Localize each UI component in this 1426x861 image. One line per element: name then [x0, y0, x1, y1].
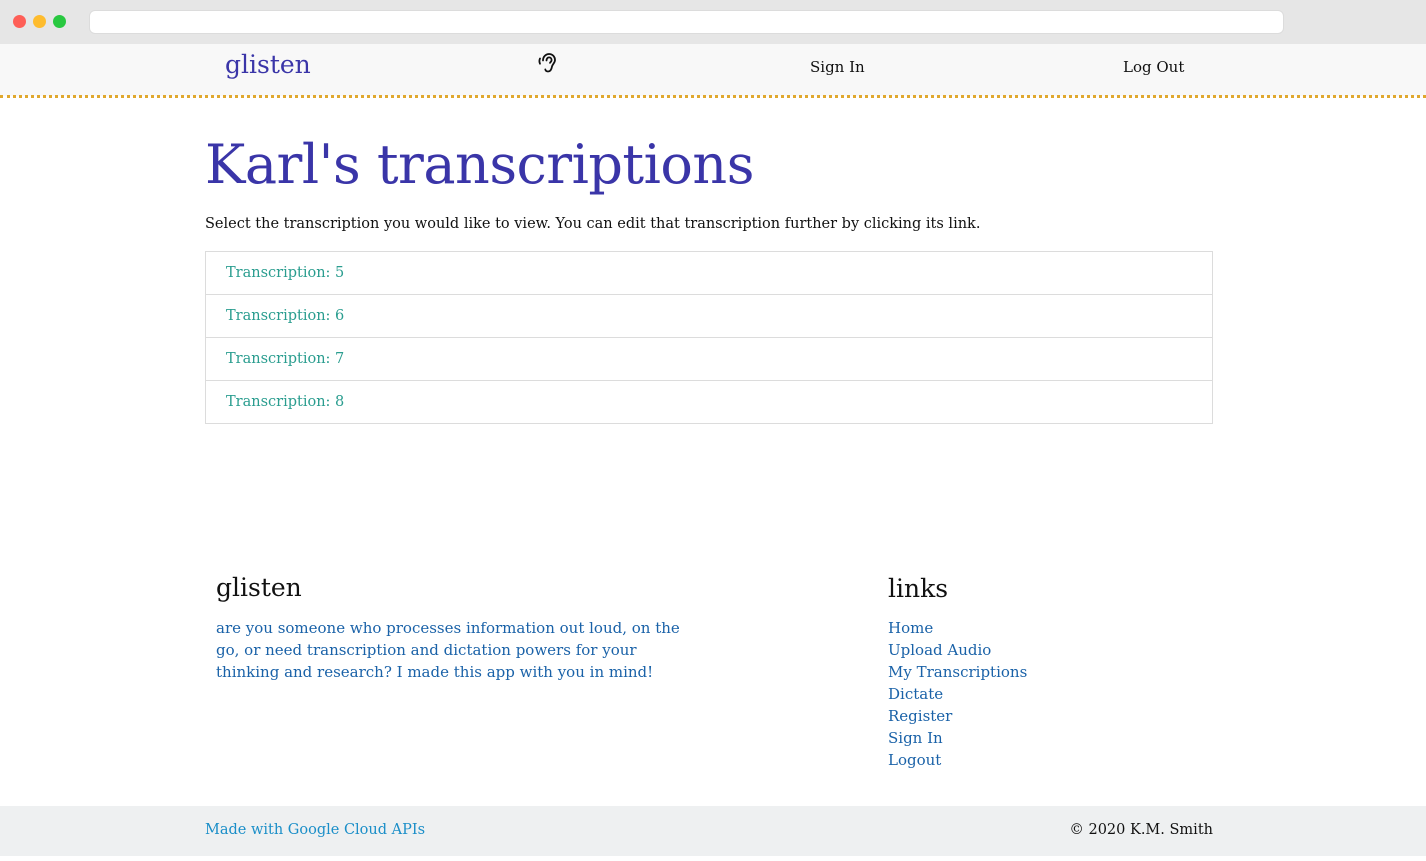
list-item: Transcription: 6	[206, 294, 1212, 337]
transcription-link[interactable]: Transcription: 5	[226, 265, 344, 281]
intro-text: Select the transcription you would like …	[205, 216, 981, 232]
address-bar[interactable]	[89, 10, 1284, 34]
list-item: Transcription: 5	[206, 252, 1212, 294]
transcription-list: Transcription: 5 Transcription: 6 Transc…	[205, 251, 1213, 424]
list-item: Transcription: 7	[206, 337, 1212, 380]
nav-sign-in-link[interactable]: Sign In	[810, 58, 865, 76]
transcription-link[interactable]: Transcription: 8	[226, 394, 344, 410]
navbar	[0, 44, 1426, 96]
maximize-window-button[interactable]	[53, 15, 66, 28]
transcription-link[interactable]: Transcription: 6	[226, 308, 344, 324]
footer-links-title: links	[888, 574, 949, 603]
browser-chrome	[0, 0, 1426, 44]
footer-link-sign-in[interactable]: Sign In	[888, 729, 943, 747]
copyright-text: © 2020 K.M. Smith	[1069, 822, 1213, 838]
footer-link-register[interactable]: Register	[888, 707, 952, 725]
footer-link-dictate[interactable]: Dictate	[888, 685, 943, 703]
nav-log-out-link[interactable]: Log Out	[1123, 58, 1184, 76]
navbar-divider	[0, 95, 1426, 98]
footer-link-upload-audio[interactable]: Upload Audio	[888, 641, 991, 659]
minimize-window-button[interactable]	[33, 15, 46, 28]
list-item: Transcription: 8	[206, 380, 1212, 423]
footer-link-home[interactable]: Home	[888, 619, 933, 637]
footer-links: Home Upload Audio My Transcriptions Dict…	[888, 617, 1027, 771]
footer-link-logout[interactable]: Logout	[888, 751, 941, 769]
page-title: Karl's transcriptions	[205, 133, 754, 196]
transcription-link[interactable]: Transcription: 7	[226, 351, 344, 367]
footer-brand-title: glisten	[216, 573, 302, 602]
footer-link-my-transcriptions[interactable]: My Transcriptions	[888, 663, 1027, 681]
footer-description: are you someone who processes informatio…	[216, 619, 680, 681]
ear-icon[interactable]	[537, 52, 559, 74]
close-window-button[interactable]	[13, 15, 26, 28]
brand-link[interactable]: glisten	[225, 50, 311, 79]
made-with-link[interactable]: Made with Google Cloud APIs	[205, 822, 425, 838]
